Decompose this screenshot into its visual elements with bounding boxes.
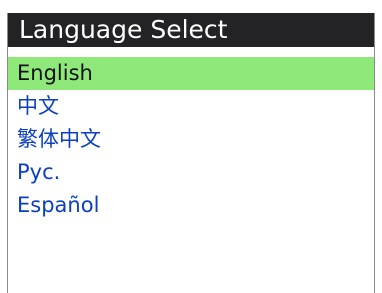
language-option-english[interactable]: English xyxy=(8,57,374,90)
language-option-russian[interactable]: Рус. xyxy=(8,156,374,189)
title-bar: Language Select xyxy=(8,13,374,47)
language-select-screen: Language Select English 中文 繁体中文 Рус. Esp… xyxy=(0,0,382,293)
language-list: English 中文 繁体中文 Рус. Español xyxy=(8,57,374,222)
page-title: Language Select xyxy=(19,15,228,44)
language-option-spanish[interactable]: Español xyxy=(8,189,374,222)
frame-border-right xyxy=(374,13,375,293)
language-option-chinese-simplified[interactable]: 中文 xyxy=(8,90,374,123)
language-option-chinese-traditional[interactable]: 繁体中文 xyxy=(8,123,374,156)
